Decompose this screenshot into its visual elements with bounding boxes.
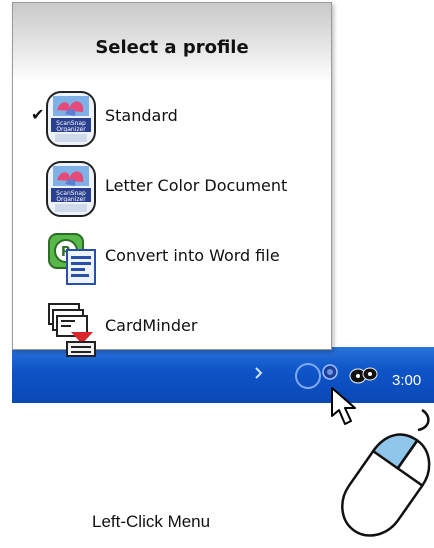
tray-chevron-icon[interactable] bbox=[253, 364, 269, 382]
menu-item-label: Standard bbox=[105, 106, 178, 125]
menu-item-label: Convert into Word file bbox=[105, 246, 280, 265]
profile-menu: Select a profile ✔ ScanSnap Organizer St… bbox=[12, 2, 332, 357]
caption: Left-Click Menu bbox=[92, 512, 211, 531]
menu-item-cardminder[interactable]: CardMinder bbox=[13, 295, 331, 361]
speaker-tray-icon[interactable] bbox=[348, 364, 380, 388]
scan-to-organizer-icon: ScanSnap Organizer bbox=[46, 91, 96, 147]
mouse-left-click-icon bbox=[341, 408, 431, 537]
svg-text:Organizer: Organizer bbox=[56, 126, 86, 133]
menu-title: Select a profile bbox=[95, 37, 249, 58]
menu-item-letter-color-document[interactable]: ScanSnap Organizer Letter Color Document bbox=[13, 155, 331, 221]
menu-item-label: Letter Color Document bbox=[105, 176, 288, 195]
cardminder-icon bbox=[48, 303, 96, 357]
scan-to-organizer-icon: ScanSnap Organizer bbox=[46, 161, 96, 217]
svg-text:Organizer: Organizer bbox=[56, 196, 86, 203]
taskbar-clock: 3:00 bbox=[392, 372, 422, 389]
word-convert-icon: R bbox=[48, 233, 96, 285]
menu-item-standard[interactable]: ✔ ScanSnap Organizer Standard bbox=[13, 85, 331, 151]
menu-item-convert-into-word-file[interactable]: R Convert into Word file bbox=[13, 225, 331, 291]
menu-item-label: CardMinder bbox=[105, 316, 198, 335]
